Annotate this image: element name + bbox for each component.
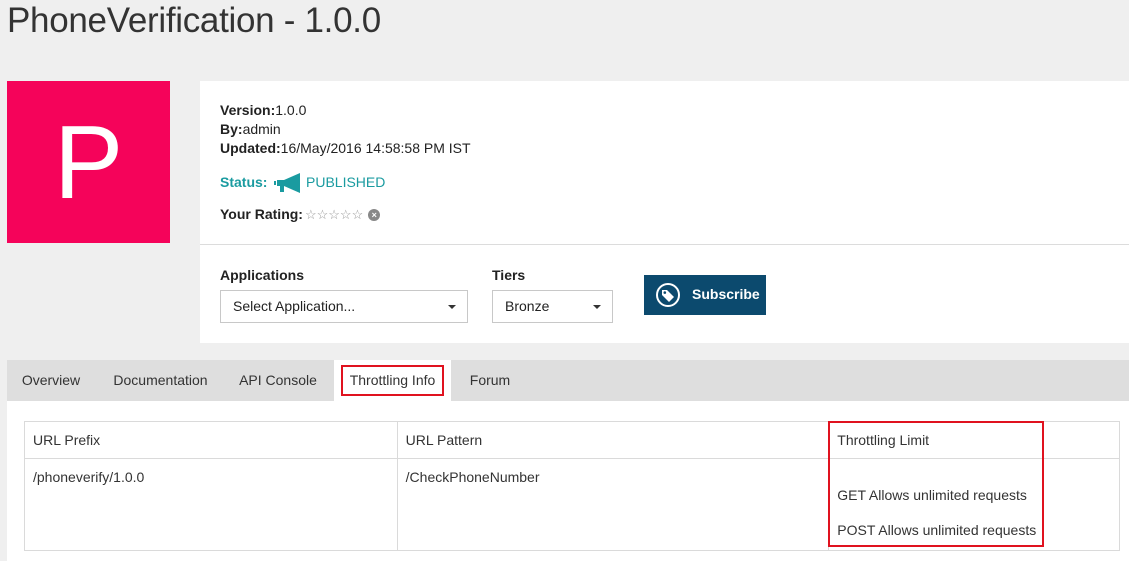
author-value: admin xyxy=(242,121,281,137)
throttling-limit-highlight-box xyxy=(828,421,1044,547)
thumbnail-letter: P xyxy=(53,105,124,221)
api-thumbnail: P xyxy=(7,81,170,243)
rating-row: Your Rating: ☆☆☆☆☆ × xyxy=(220,206,381,223)
subscribe-button[interactable]: Subscribe xyxy=(644,275,766,315)
clear-rating-icon[interactable]: × xyxy=(368,209,381,221)
updated-value: 16/May/2016 14:58:58 PM IST xyxy=(280,140,471,156)
application-select-value: Select Application... xyxy=(233,298,356,314)
megaphone-icon xyxy=(274,173,300,193)
tabs-bar: Overview Documentation API Console Throt… xyxy=(7,360,1129,401)
tab-overview[interactable]: Overview xyxy=(7,360,95,401)
tab-label: Documentation xyxy=(113,372,208,388)
tiers-label: Tiers xyxy=(492,267,526,283)
tab-documentation[interactable]: Documentation xyxy=(101,360,220,401)
author-row: By:admin xyxy=(220,121,281,137)
chevron-down-icon xyxy=(448,305,456,309)
version-row: Version:1.0.0 xyxy=(220,102,306,118)
applications-label: Applications xyxy=(220,267,305,283)
tab-throttling-info[interactable]: Throttling Info xyxy=(334,360,451,401)
application-select[interactable]: Select Application... xyxy=(220,290,468,323)
rating-stars[interactable]: ☆☆☆☆☆ xyxy=(305,207,363,222)
version-label: Version: xyxy=(220,102,276,118)
author-label: By: xyxy=(220,121,243,137)
column-header-url-pattern: URL Pattern xyxy=(396,421,830,459)
api-detail-page: PhoneVerification - 1.0.0 P Version:1.0.… xyxy=(0,0,1129,561)
tab-forum[interactable]: Forum xyxy=(461,360,519,401)
tab-label: Throttling Info xyxy=(349,372,436,388)
status-value: PUBLISHED xyxy=(306,174,386,190)
chevron-down-icon xyxy=(593,305,601,309)
tier-select-value: Bronze xyxy=(505,298,550,314)
tab-label: Overview xyxy=(21,372,81,388)
updated-row: Updated:16/May/2016 14:58:58 PM IST xyxy=(220,140,471,156)
version-value: 1.0.0 xyxy=(275,102,307,118)
rating-label: Your Rating: xyxy=(220,206,303,222)
column-header-url-prefix: URL Prefix xyxy=(24,421,398,459)
url-prefix-cell: /phoneverify/1.0.0 xyxy=(24,458,398,551)
tab-label: Forum xyxy=(469,372,511,388)
tab-label: API Console xyxy=(239,372,317,388)
updated-label: Updated: xyxy=(220,140,281,156)
status-row: Status: PUBLISHED xyxy=(220,173,385,193)
tier-select[interactable]: Bronze xyxy=(492,290,613,323)
page-title: PhoneVerification - 1.0.0 xyxy=(7,1,381,40)
status-label: Status: xyxy=(220,174,268,190)
url-pattern-cell: /CheckPhoneNumber xyxy=(396,458,830,551)
tag-icon xyxy=(656,283,680,307)
tab-api-console[interactable]: API Console xyxy=(229,360,327,401)
throttling-info-content: URL Prefix URL Pattern Throttling Limit … xyxy=(7,401,1129,561)
api-info-panel: Version:1.0.0 By:admin Updated:16/May/20… xyxy=(200,81,1129,245)
subscribe-button-label: Subscribe xyxy=(692,286,760,302)
subscription-panel: Applications Select Application... Tiers… xyxy=(200,245,1129,343)
